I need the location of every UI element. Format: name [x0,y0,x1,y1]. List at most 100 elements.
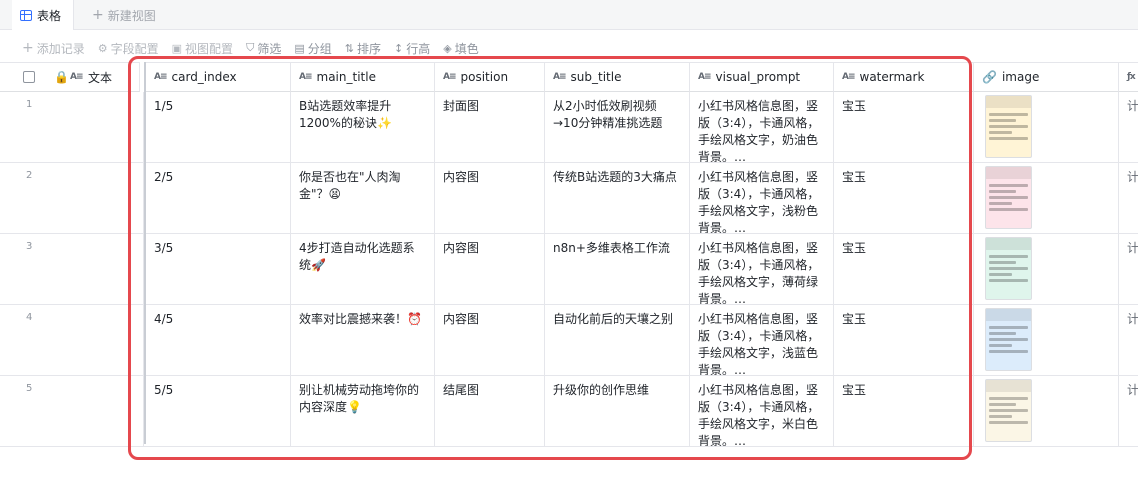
formula-icon: ƒx [1127,72,1136,82]
view-config-label: 视图配置 [185,41,234,56]
group-label: 分组 [307,41,332,56]
view-tab-bar: 表格 + 新建视图 [0,0,1138,30]
table-row[interactable]: 1 1/5 B站选题效率提升1200%的秘诀✨ 封面图 从2小时低效刷视频→10分钟精准… [0,92,1138,163]
cell-position[interactable]: 结尾图 [435,376,545,446]
column-header-position[interactable]: A≡ position [435,62,545,92]
cell-sub-title[interactable]: 自动化前后的天壤之别 [545,305,690,375]
image-thumbnail[interactable] [985,95,1032,158]
filter-label: 筛选 [257,41,282,56]
filter-button[interactable]: ⛉ 筛选 [246,40,281,57]
cell-card-index[interactable]: 5/5 [146,376,291,446]
image-thumbnail[interactable] [985,166,1032,229]
column-header-card-index[interactable]: A≡ card_index [146,62,291,92]
column-header-formula[interactable]: ƒx [1119,62,1138,92]
attachment-icon: 🔗 [982,70,997,84]
frozen-column-divider[interactable] [144,62,146,444]
image-thumbnail[interactable] [985,237,1032,300]
cell-card-index[interactable]: 2/5 [146,163,291,233]
text-field-icon: A≡ [70,72,83,82]
cell-sub-title[interactable]: 升级你的创作思维 [545,376,690,446]
cell-card-index[interactable]: 4/5 [146,305,291,375]
cell-main-title[interactable]: 你是否也在"人肉淘金"？😫 [291,163,435,233]
cell-formula[interactable]: 计 [1119,376,1138,446]
cell-card-index[interactable]: 1/5 [146,92,291,162]
cell-watermark[interactable]: 宝玉 [834,305,974,375]
column-header-image[interactable]: 🔗 image [974,62,1119,92]
select-all-checkbox[interactable] [23,71,35,83]
column-header-visual-prompt[interactable]: A≡ visual_prompt [690,62,834,92]
column-header-main-title[interactable]: A≡ main_title [291,62,435,92]
row-number[interactable]: 3 [0,234,144,304]
row-height-button[interactable]: ↕ 行高 [394,40,430,57]
cell-main-title[interactable]: B站选题效率提升1200%的秘诀✨ [291,92,435,162]
new-view-button[interactable]: + 新建视图 [92,0,156,30]
row-number[interactable]: 5 [0,376,144,446]
fill-color-button[interactable]: ◈ 填色 [443,40,478,57]
cell-watermark[interactable]: 宝玉 [834,163,974,233]
cell-visual-prompt[interactable]: 小红书风格信息图，竖版（3:4），卡通风格，手绘风格文字，浅粉色背景。… [690,163,834,233]
fill-color-label: 填色 [454,41,479,56]
cell-visual-prompt[interactable]: 小红书风格信息图，竖版（3:4），卡通风格，手绘风格文字，薄荷绿背景。… [690,234,834,304]
column-header-watermark[interactable]: A≡ watermark [834,62,974,92]
row-height-icon: ↕ [393,41,404,55]
cell-formula[interactable]: 计 [1119,163,1138,233]
column-label-visual-prompt: visual_prompt [715,70,801,84]
cell-main-title[interactable]: 效率对比震撼来袭！⏰ [291,305,435,375]
table-icon [20,9,32,21]
sort-label: 排序 [356,41,381,56]
group-button[interactable]: ▤ 分组 [294,40,331,57]
gear-icon: ⚙ [97,41,108,55]
cell-sub-title[interactable]: 从2小时低效刷视频→10分钟精准挑选题 [545,92,690,162]
cell-watermark[interactable]: 宝玉 [834,92,974,162]
group-icon: ▤ [294,41,305,55]
image-thumbnail[interactable] [985,379,1032,442]
filter-icon: ⛉ [246,41,255,54]
column-label-watermark: watermark [859,70,925,84]
cell-position[interactable]: 内容图 [435,163,545,233]
row-height-label: 行高 [406,41,431,56]
row-number[interactable]: 4 [0,305,144,375]
sort-icon: ⇅ [344,41,354,55]
sort-button[interactable]: ⇅ 排序 [345,40,381,57]
cell-card-index[interactable]: 3/5 [146,234,291,304]
cell-formula[interactable]: 计 [1119,92,1138,162]
add-record-button[interactable]: + 添加记录 [22,40,85,57]
toolbar: + 添加记录 ⚙ 字段配置 ▣ 视图配置 ⛉ 筛选 ▤ 分组 ⇅ 排序 ↕ 行高… [0,34,1138,62]
view-config-button[interactable]: ▣ 视图配置 [172,40,233,57]
cell-watermark[interactable]: 宝玉 [834,376,974,446]
column-label-text: 文本 [88,70,113,85]
cell-visual-prompt[interactable]: 小红书风格信息图，竖版（3:4），卡通风格，手绘风格文字，奶油色背景。… [690,92,834,162]
field-config-label: 字段配置 [110,41,159,56]
table-row[interactable]: 3 3/5 4步打造自动化选题系统🚀 内容图 n8n+多维表格工作流 小红书风格信息图，竖… [0,234,1138,305]
new-view-label: 新建视图 [107,8,156,23]
cell-watermark[interactable]: 宝玉 [834,234,974,304]
cell-main-title[interactable]: 4步打造自动化选题系统🚀 [291,234,435,304]
column-header-text[interactable]: 🔒 A≡ 文本 [0,62,140,92]
table-row[interactable]: 5 5/5 别让机械劳动拖垮你的内容深度💡 结尾图 升级你的创作思维 小红书风格信息图，竖… [0,376,1138,447]
cell-formula[interactable]: 计 [1119,305,1138,375]
column-header-sub-title[interactable]: A≡ sub_title [545,62,690,92]
view-tab-table[interactable]: 表格 [12,0,74,30]
cell-position[interactable]: 封面图 [435,92,545,162]
column-label-position: position [460,70,509,84]
column-label-sub-title: sub_title [570,70,622,84]
table-row[interactable]: 2 2/5 你是否也在"人肉淘金"？😫 内容图 传统B站选题的3大痛点 小红书风格信息图，… [0,163,1138,234]
image-thumbnail[interactable] [985,308,1032,371]
column-label-card-index: card_index [171,70,237,84]
cell-formula[interactable]: 计 [1119,234,1138,304]
cell-visual-prompt[interactable]: 小红书风格信息图，竖版（3:4），卡通风格，手绘风格文字，浅蓝色背景。… [690,305,834,375]
plus-icon: + [92,7,104,23]
field-config-button[interactable]: ⚙ 字段配置 [98,40,159,57]
cell-position[interactable]: 内容图 [435,234,545,304]
cell-sub-title[interactable]: n8n+多维表格工作流 [545,234,690,304]
row-number[interactable]: 1 [0,92,144,162]
cell-visual-prompt[interactable]: 小红书风格信息图，竖版（3:4），卡通风格，手绘风格文字，米白色背景。… [690,376,834,446]
text-field-icon: A≡ [299,72,312,82]
cell-position[interactable]: 内容图 [435,305,545,375]
text-field-icon: A≡ [443,72,456,82]
row-number[interactable]: 2 [0,163,144,233]
column-label-main-title: main_title [316,70,376,84]
cell-main-title[interactable]: 别让机械劳动拖垮你的内容深度💡 [291,376,435,446]
table-row[interactable]: 4 4/5 效率对比震撼来袭！⏰ 内容图 自动化前后的天壤之别 小红书风格信息图，竖版（3… [0,305,1138,376]
cell-sub-title[interactable]: 传统B站选题的3大痛点 [545,163,690,233]
